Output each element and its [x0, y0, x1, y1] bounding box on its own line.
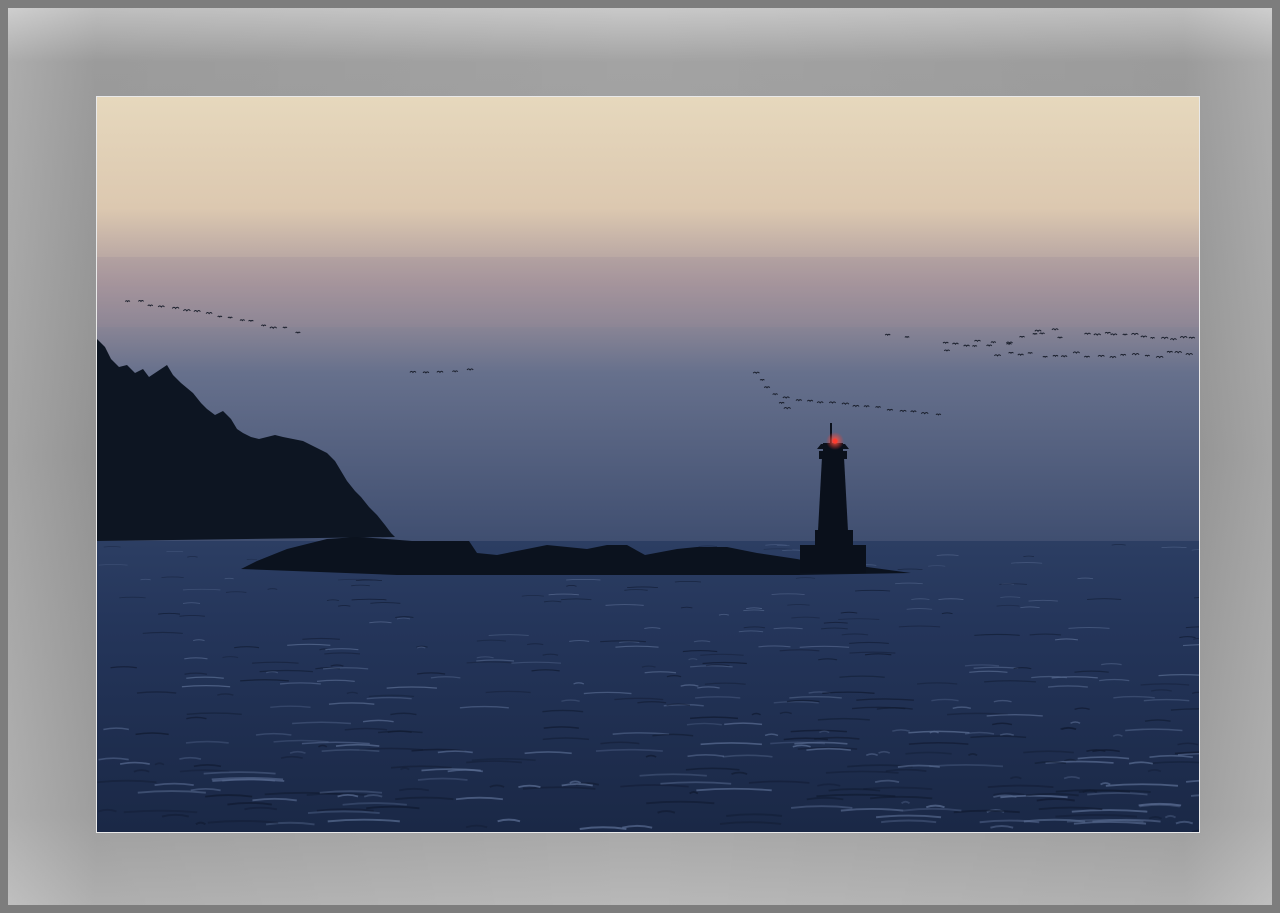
bird [904, 336, 910, 339]
bird [778, 401, 785, 405]
bird [1144, 354, 1150, 357]
bird [986, 344, 993, 347]
cloud-band [97, 257, 1199, 327]
bird [1057, 336, 1063, 339]
bird [1039, 332, 1045, 335]
photo-scene [97, 97, 1199, 832]
bird [295, 331, 301, 334]
bird [261, 324, 267, 327]
picture-frame [0, 0, 1280, 913]
bird [990, 341, 997, 344]
bird [282, 326, 288, 329]
bird [875, 406, 881, 409]
sea [97, 541, 1199, 832]
bird [147, 304, 154, 307]
bird [759, 379, 765, 382]
bird [1008, 351, 1014, 355]
beacon-light [832, 438, 838, 444]
bird [217, 315, 223, 318]
bird [772, 393, 778, 396]
bird [1150, 337, 1156, 340]
bird [972, 345, 978, 348]
bird [124, 300, 131, 303]
bird [1042, 355, 1048, 359]
photo [96, 96, 1200, 833]
bird [1006, 342, 1012, 346]
bird [1032, 333, 1038, 336]
bird [227, 316, 233, 319]
bird [884, 333, 891, 337]
bird [248, 319, 254, 323]
bird [935, 413, 942, 416]
bird [239, 319, 246, 322]
bird [1122, 333, 1128, 336]
bird [1027, 352, 1033, 355]
bird [1019, 335, 1025, 339]
